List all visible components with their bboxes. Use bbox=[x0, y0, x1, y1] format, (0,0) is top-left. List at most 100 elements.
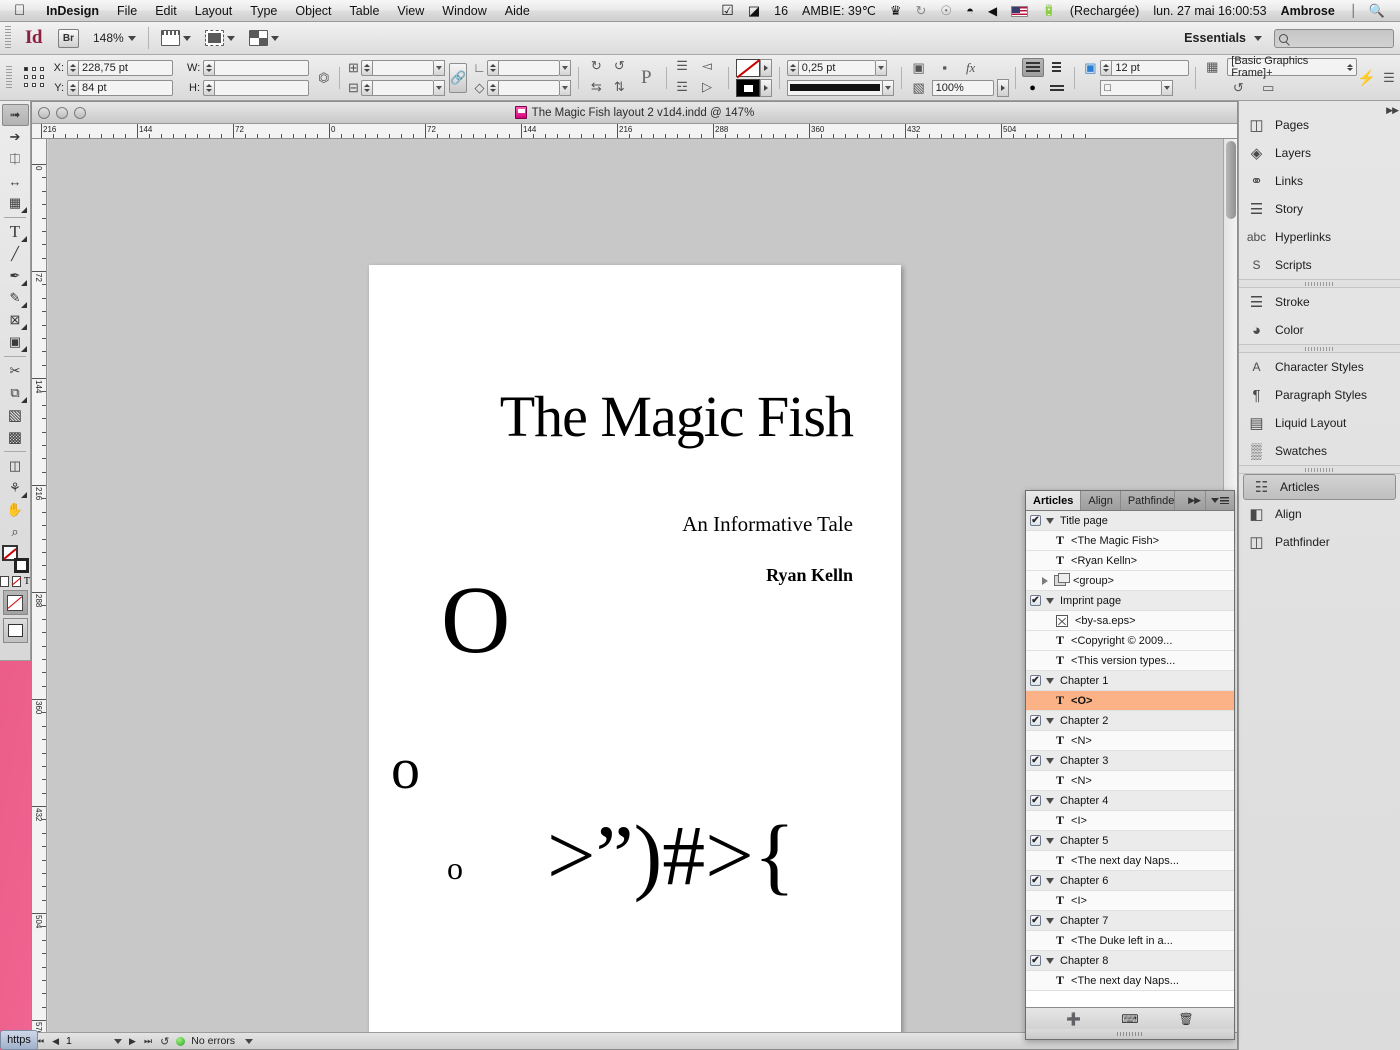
chevron-down-icon[interactable] bbox=[1046, 957, 1054, 964]
wrap-offset-stepper[interactable] bbox=[1100, 59, 1112, 76]
clear-overrides-icon[interactable]: ↺ bbox=[1228, 79, 1248, 97]
constrain-proportions-icon[interactable]: ⏣ bbox=[315, 69, 333, 87]
rotate-input[interactable] bbox=[498, 59, 561, 76]
y-stepper[interactable] bbox=[67, 79, 79, 96]
last-page-button[interactable]: ⏭ bbox=[143, 1036, 153, 1047]
vertical-scroll-thumb[interactable] bbox=[1226, 141, 1236, 219]
previous-page-button[interactable]: ◀ bbox=[51, 1036, 60, 1047]
opacity-dropdown[interactable] bbox=[996, 78, 1009, 97]
object-style-select[interactable]: [Basic Graphics Frame]+ bbox=[1227, 55, 1358, 79]
flip-vertical-icon[interactable]: ⇅ bbox=[609, 78, 629, 96]
apply-color-icon[interactable] bbox=[0, 576, 9, 587]
stroke-swatch[interactable] bbox=[735, 58, 760, 77]
chevron-down-icon[interactable] bbox=[1046, 877, 1054, 884]
article-item-row[interactable]: T <The next day Naps... bbox=[1026, 851, 1234, 871]
accessibility-icon[interactable]: ☉ bbox=[933, 3, 959, 19]
stroke-swatch-dropdown[interactable] bbox=[759, 58, 772, 77]
corner-shape-select[interactable]: □ bbox=[1100, 79, 1163, 96]
chevron-down-icon[interactable] bbox=[1046, 517, 1054, 524]
dock-item-layers[interactable]: ◈ Layers bbox=[1239, 139, 1400, 167]
panel-menu-icon[interactable] bbox=[1205, 491, 1234, 510]
dock-item-articles[interactable]: ☷ Articles bbox=[1243, 474, 1396, 500]
scale-x-stepper[interactable] bbox=[361, 59, 373, 76]
spotlight-icon[interactable]: 🔍 bbox=[1362, 3, 1392, 19]
chevron-down-icon[interactable] bbox=[1046, 717, 1054, 724]
horizontal-ruler[interactable]: 216 144 72 0 72 144 216 288 360 432 504 bbox=[32, 124, 1237, 139]
select-next-icon[interactable]: ▷ bbox=[697, 78, 717, 96]
dock-item-pathfinder[interactable]: ◫ Pathfinder bbox=[1239, 528, 1400, 556]
reference-point-selector[interactable] bbox=[23, 66, 44, 89]
stroke-weight-stepper[interactable] bbox=[786, 59, 798, 76]
article-checkbox[interactable]: ✔ bbox=[1030, 875, 1041, 886]
article-group-row[interactable]: ✔ Imprint page bbox=[1026, 591, 1234, 611]
flip-horizontal-icon[interactable]: ⇆ bbox=[586, 78, 606, 96]
dock-group-divider[interactable] bbox=[1239, 344, 1400, 353]
article-group-row[interactable]: ✔ Chapter 2 bbox=[1026, 711, 1234, 731]
article-checkbox[interactable]: ✔ bbox=[1030, 715, 1041, 726]
article-item-row[interactable]: T <The Magic Fish> bbox=[1026, 531, 1234, 551]
rectangle-frame-tool[interactable]: ⊠ bbox=[2, 309, 29, 331]
pencil-tool[interactable]: ✎ bbox=[2, 287, 29, 309]
y-input[interactable]: 84 pt bbox=[78, 79, 174, 96]
free-transform-tool[interactable]: ⧉ bbox=[2, 382, 29, 404]
effects-fx-icon[interactable]: fx bbox=[961, 59, 981, 77]
article-group-row[interactable]: ✔ Chapter 5 bbox=[1026, 831, 1234, 851]
opacity-input[interactable]: 100% bbox=[931, 79, 994, 96]
wrap-object-shape-button[interactable]: ● bbox=[1022, 79, 1044, 98]
volume-icon[interactable]: ◀ bbox=[981, 4, 1004, 18]
gap-tool[interactable]: ↔ bbox=[2, 170, 29, 192]
article-checkbox[interactable]: ✔ bbox=[1030, 675, 1041, 686]
us-flag-icon[interactable] bbox=[1004, 4, 1035, 18]
dock-item-swatches[interactable]: ▒ Swatches bbox=[1239, 437, 1400, 465]
time-machine-icon[interactable]: ↻ bbox=[909, 3, 934, 19]
page-number-dropdown-icon[interactable] bbox=[114, 1038, 123, 1044]
preflight-dropdown-icon[interactable] bbox=[245, 1038, 254, 1044]
article-item-row[interactable]: T <This version types... bbox=[1026, 651, 1234, 671]
constrain-scale-button[interactable]: 🔗 bbox=[449, 62, 468, 93]
page-number-input[interactable]: 1 bbox=[66, 1035, 108, 1048]
article-item-row[interactable]: T <Ryan Kelln> bbox=[1026, 551, 1234, 571]
chevron-down-icon[interactable] bbox=[1046, 917, 1054, 924]
arrange-documents-button[interactable] bbox=[248, 30, 279, 46]
chevron-down-icon[interactable] bbox=[1046, 677, 1054, 684]
formatting-affects-text-icon[interactable]: T bbox=[24, 576, 30, 587]
article-checkbox[interactable]: ✔ bbox=[1030, 835, 1041, 846]
article-group-row[interactable]: ✔ Title page bbox=[1026, 511, 1234, 531]
chevron-down-icon[interactable] bbox=[270, 35, 279, 41]
articles-panel-resize-grip[interactable] bbox=[1026, 1029, 1234, 1039]
tab-pathfinder[interactable]: Pathfinder bbox=[1121, 491, 1175, 510]
dock-item-align[interactable]: ◧ Align bbox=[1239, 500, 1400, 528]
go-to-bridge-button[interactable]: Br bbox=[57, 28, 79, 48]
menu-type[interactable]: Type bbox=[241, 4, 286, 18]
scissors-tool[interactable]: ✂ bbox=[2, 360, 29, 382]
w-stepper[interactable] bbox=[203, 59, 215, 76]
vertical-ruler[interactable]: 0 72 144 216 288 360 432 504 576 bbox=[32, 139, 47, 1049]
workspace-dropdown-icon[interactable] bbox=[1254, 35, 1262, 41]
menu-window[interactable]: Window bbox=[433, 4, 495, 18]
scale-y-input[interactable] bbox=[372, 79, 435, 96]
dock-item-hyperlinks[interactable]: abc Hyperlinks bbox=[1239, 223, 1400, 251]
dock-item-links[interactable]: ⚭ Links bbox=[1239, 167, 1400, 195]
direct-selection-tool[interactable]: ➔ bbox=[2, 126, 29, 148]
dock-item-stroke[interactable]: ☰ Stroke bbox=[1239, 288, 1400, 316]
rotate-stepper[interactable] bbox=[487, 59, 499, 76]
wrap-bounding-box-button[interactable] bbox=[1046, 58, 1068, 77]
article-item-row[interactable]: T <The Duke left in a... bbox=[1026, 931, 1234, 951]
article-item-row[interactable]: T <Copyright © 2009... bbox=[1026, 631, 1234, 651]
wifi-icon[interactable]: ◓ bbox=[959, 3, 981, 18]
menu-app-name[interactable]: InDesign bbox=[37, 4, 108, 18]
article-checkbox[interactable]: ✔ bbox=[1030, 755, 1041, 766]
dock-item-color[interactable]: ◕ Color bbox=[1239, 316, 1400, 344]
article-group-row[interactable]: ✔ Chapter 7 bbox=[1026, 911, 1234, 931]
shear-input[interactable] bbox=[498, 79, 561, 96]
select-content-icon[interactable]: ☲ bbox=[672, 78, 692, 96]
article-item-row[interactable]: <group> bbox=[1026, 571, 1234, 591]
menu-aide[interactable]: Aide bbox=[496, 4, 539, 18]
article-item-row[interactable]: <by-sa.eps> bbox=[1026, 611, 1234, 631]
scale-x-input[interactable] bbox=[372, 59, 435, 76]
normal-view-mode-button[interactable] bbox=[2, 590, 28, 615]
corner-shape-dropdown[interactable] bbox=[1162, 79, 1174, 96]
dock-item-character-styles[interactable]: A Character Styles bbox=[1239, 353, 1400, 381]
stroke-weight-input[interactable]: 0,25 pt bbox=[797, 59, 876, 76]
page-subtitle-text[interactable]: An Informative Tale bbox=[369, 512, 853, 537]
